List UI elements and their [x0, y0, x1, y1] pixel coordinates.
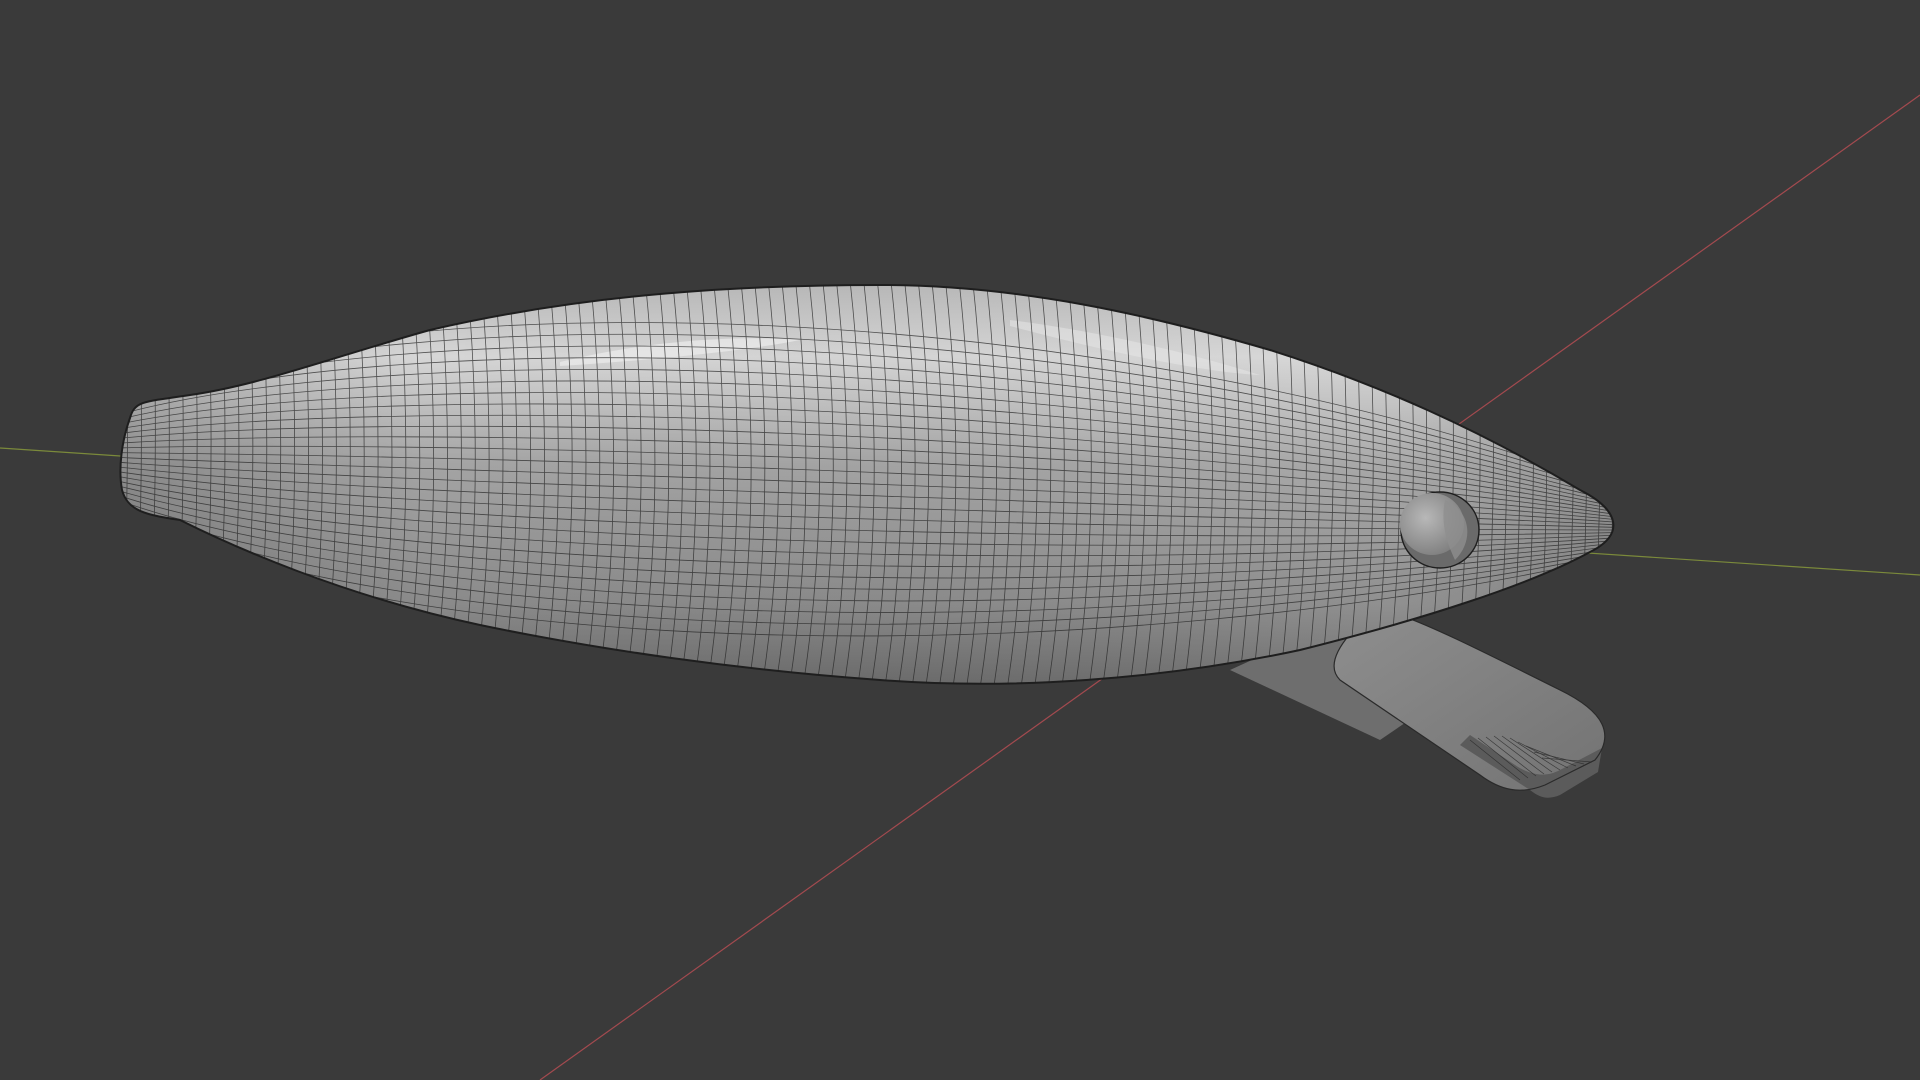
wire-ring-line [1587, 285, 1601, 684]
wire-ring-line [1574, 285, 1588, 684]
viewport-3d[interactable] [0, 0, 1920, 1080]
lure-eye[interactable] [1400, 491, 1480, 569]
wire-ring-line [102, 250, 114, 720]
